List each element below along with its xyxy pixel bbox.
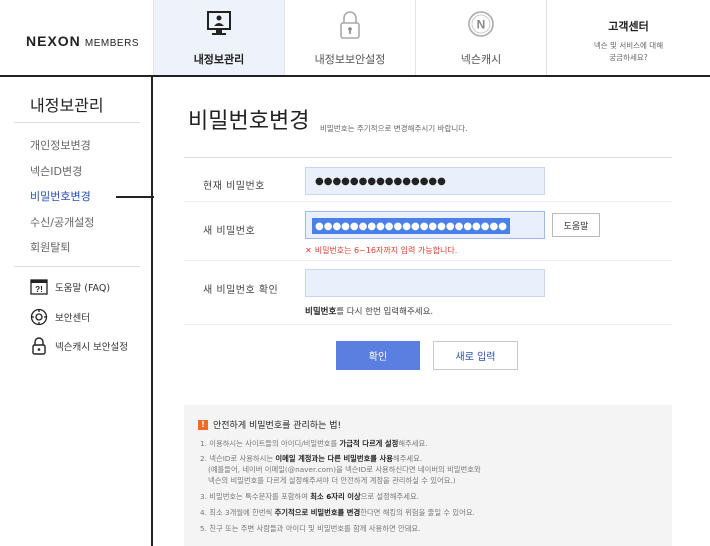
sidebar-security-center[interactable]: 보안센터 — [30, 307, 90, 327]
tab-security-settings-label: 내정보보안설정 — [314, 53, 386, 66]
customer-center-desc: 넥슨 및 서비스에 대해 궁금하세요? — [547, 40, 710, 64]
tab-my-info[interactable]: 내정보관리 — [153, 0, 284, 75]
reset-input-button[interactable]: 새로 입력 — [433, 341, 518, 370]
lock-icon — [337, 10, 363, 44]
customer-center-link[interactable]: 고객센터 넥슨 및 서비스에 대해 궁금하세요? — [546, 0, 710, 75]
current-password-value: ●●●●●●●●●●●●●●● — [315, 175, 446, 187]
confirm-button[interactable]: 확인 — [336, 341, 420, 370]
sidebar-help-faq-label: 도움말 (FAQ) — [55, 283, 111, 294]
tip-1: 1. 이용하시는 사이트들의 아이디/비밀번호를 가급적 다르게 설정해주세요. — [200, 439, 428, 448]
password-error-message: ✕ 비밀번호는 6~16자까지 입력 가능합니다. — [305, 245, 457, 256]
tip-5: 5. 친구 또는 주변 사람들과 아이디 및 비밀번호를 함께 사용하면 안돼요… — [200, 524, 421, 533]
password-help-button[interactable]: 도움말 — [552, 213, 600, 237]
security-center-icon — [30, 308, 48, 326]
confirm-password-input[interactable] — [305, 269, 545, 297]
tab-my-info-label: 내정보관리 — [193, 53, 245, 66]
current-password-input[interactable]: ●●●●●●●●●●●●●●● — [305, 167, 545, 195]
form-row-divider — [184, 260, 672, 261]
sidebar-help-faq[interactable]: ?! 도움말 (FAQ) — [30, 277, 110, 297]
sidebar-item-withdraw[interactable]: 회원탈퇴 — [30, 239, 70, 255]
sidebar-title: 내정보관리 — [30, 96, 104, 115]
new-password-label: 새 비밀번호 — [203, 226, 256, 237]
customer-center-title: 고객센터 — [608, 20, 649, 33]
tip-3: 3. 비밀번호는 특수문자를 포함하여 최소 6자리 이상으로 설정해주세요. — [200, 492, 420, 501]
error-x-icon: ✕ — [305, 246, 312, 255]
form-bottom-border — [184, 324, 672, 325]
page-title: 비밀번호변경 — [188, 109, 310, 134]
active-item-pointer — [116, 196, 154, 198]
svg-text:N: N — [477, 18, 486, 32]
tip-2: 2. 넥슨ID로 사용하시는 이메일 계정과는 다른 비밀번호를 사용해주세요. — [200, 454, 423, 463]
top-header: NEXON MEMBERS 내정보관리 내정보보안설정 N 넥슨캐시 고객센터 … — [0, 0, 710, 77]
sidebar: 내정보관리 개인정보변경 넥슨ID변경 비밀번호변경 수신/공개설정 회원탈퇴 … — [0, 77, 154, 546]
tips-title: ! 안전하게 비밀번호를 관리하는 법! — [198, 418, 341, 431]
password-tips-box: ! 안전하게 비밀번호를 관리하는 법! 1. 이용하시는 사이트들의 아이디/… — [184, 405, 672, 546]
sidebar-item-change-password[interactable]: 비밀번호변경 — [30, 188, 91, 204]
tab-nexon-cash[interactable]: N 넥슨캐시 — [415, 0, 546, 75]
form-top-border — [184, 157, 672, 158]
password-error-text: 비밀번호는 6~16자까지 입력 가능합니다. — [314, 246, 458, 255]
lock-icon — [30, 337, 48, 355]
logo-main-text: NEXON — [26, 33, 81, 49]
current-password-label: 현재 비밀번호 — [203, 181, 265, 192]
confirm-password-label: 새 비밀번호 확인 — [203, 285, 279, 296]
sidebar-divider — [14, 122, 140, 123]
form-row-divider — [184, 201, 672, 202]
tips-title-text: 안전하게 비밀번호를 관리하는 법! — [213, 421, 342, 431]
sidebar-cash-security-label: 넥슨캐시 보안설정 — [55, 342, 128, 353]
confirm-note-rest: 를 다시 한번 입력해주세요. — [336, 307, 434, 317]
page-description: 비밀번호는 주기적으로 변경해주시기 바랍니다. — [320, 124, 468, 133]
logo-sub-text: MEMBERS — [84, 38, 139, 49]
monitor-user-icon — [206, 10, 232, 44]
nexon-coin-icon: N — [467, 10, 495, 42]
sidebar-item-change-id[interactable]: 넥슨ID변경 — [30, 163, 82, 179]
tip-4: 4. 최소 3개월에 한번씩 주기적으로 비밀번호를 변경한다면 해킹의 위험을… — [200, 508, 475, 517]
sidebar-item-receive-settings[interactable]: 수신/공개설정 — [30, 214, 94, 230]
tab-security-settings[interactable]: 내정보보안설정 — [284, 0, 415, 75]
svg-text:?!: ?! — [35, 285, 43, 294]
sidebar-item-personal-info[interactable]: 개인정보변경 — [30, 137, 91, 153]
sidebar-divider — [14, 266, 140, 267]
sidebar-security-center-label: 보안센터 — [55, 313, 90, 324]
customer-center-desc-line2: 궁금하세요? — [609, 53, 648, 62]
customer-center-desc-line1: 넥슨 및 서비스에 대해 — [593, 41, 664, 50]
sidebar-cash-security[interactable]: 넥슨캐시 보안설정 — [30, 336, 128, 356]
tab-nexon-cash-label: 넥슨캐시 — [460, 53, 502, 66]
confirm-note-bold: 비밀번호 — [305, 307, 337, 317]
confirm-password-note: 비밀번호를 다시 한번 입력해주세요. — [305, 305, 433, 317]
faq-icon: ?! — [30, 278, 48, 296]
new-password-input[interactable]: ●●●●●●●●●●●●●●●●●●●●●● — [305, 211, 545, 239]
warning-icon: ! — [198, 419, 208, 430]
nexon-members-logo[interactable]: NEXON MEMBERS — [26, 33, 139, 49]
tip-2-detail-2: 넥슨의 비밀번호를 다르게 설정해주셔야 더 안전하게 계정을 관리하실 수 있… — [208, 476, 456, 485]
new-password-value: ●●●●●●●●●●●●●●●●●●●●●● — [312, 218, 510, 234]
tip-2-detail-1: (예를들어, 네이버 이메일(@naver.com)을 넥슨ID로 사용하신다면… — [208, 465, 481, 474]
